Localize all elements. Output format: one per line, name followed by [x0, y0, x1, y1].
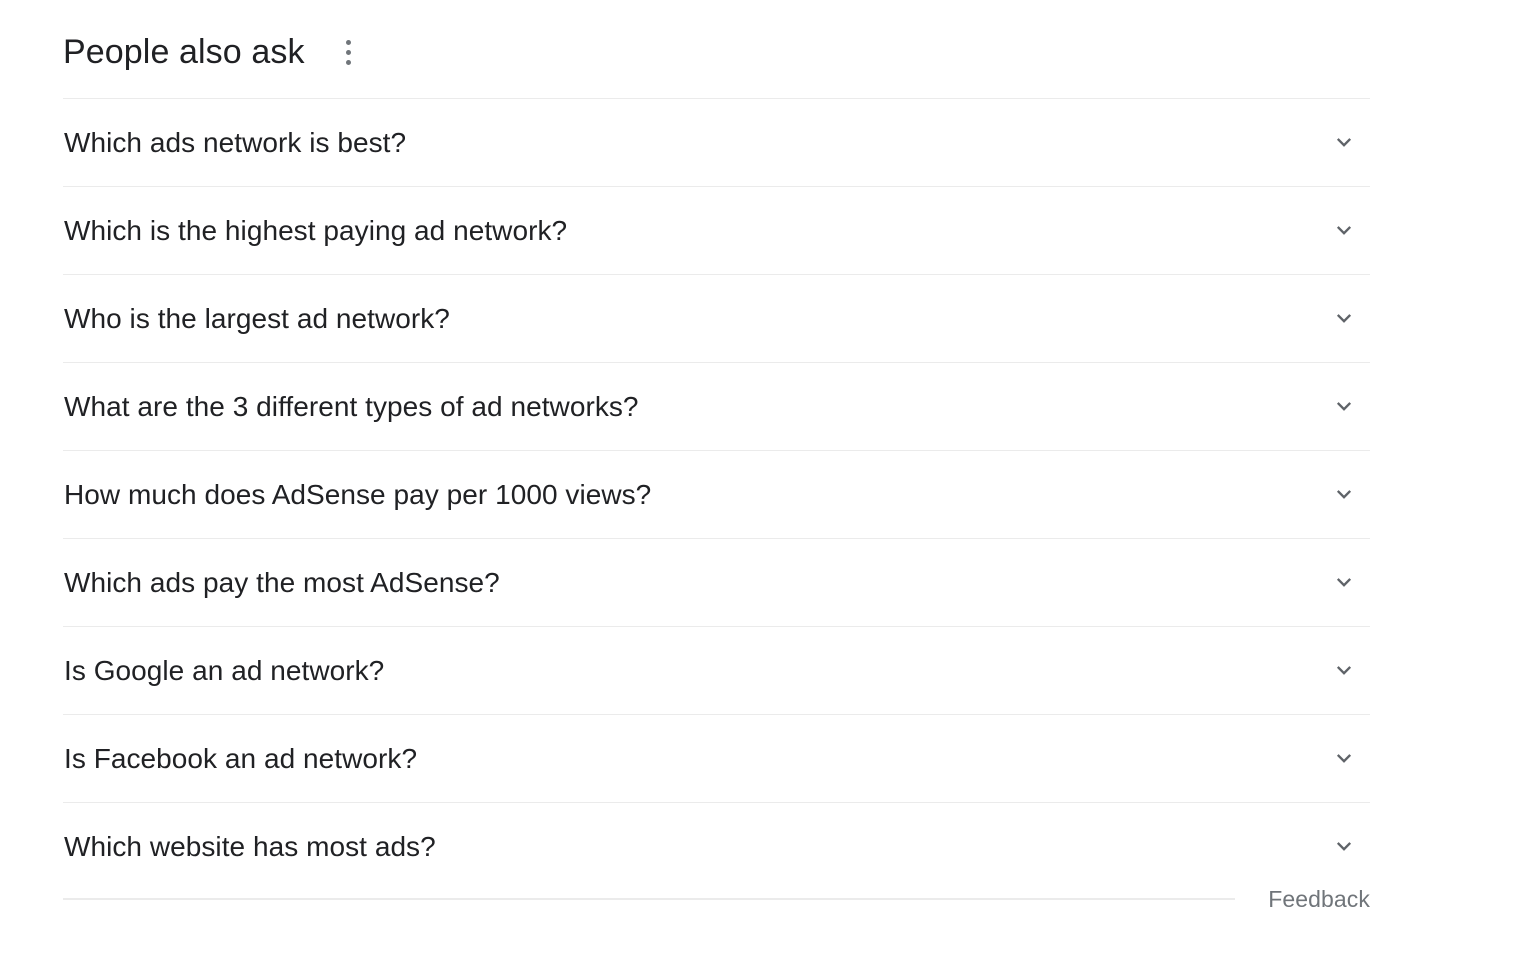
chevron-down-icon[interactable] [1322, 561, 1366, 605]
question-text: How much does AdSense pay per 1000 views… [64, 478, 652, 510]
menu-dot [346, 59, 352, 65]
question-text: Who is the largest ad network? [64, 302, 450, 334]
question-text: Is Facebook an ad network? [64, 742, 418, 774]
chevron-down-icon[interactable] [1322, 825, 1366, 869]
chevron-down-icon[interactable] [1322, 121, 1366, 165]
module-footer: Feedback [63, 880, 1370, 918]
question-text: Which website has most ads? [64, 830, 436, 862]
question-row[interactable]: Is Google an ad network? [63, 626, 1370, 714]
question-text: Which ads network is best? [64, 126, 407, 158]
question-row[interactable]: What are the 3 different types of ad net… [63, 362, 1370, 450]
menu-dot [346, 49, 352, 55]
feedback-link[interactable]: Feedback [1268, 880, 1370, 918]
question-row[interactable]: Which ads pay the most AdSense? [63, 538, 1370, 626]
chevron-down-icon[interactable] [1322, 737, 1366, 781]
question-row[interactable]: Which website has most ads? [63, 802, 1370, 890]
module-header: People also ask [63, 24, 363, 80]
question-text: Is Google an ad network? [64, 654, 385, 686]
chevron-down-icon[interactable] [1322, 209, 1366, 253]
question-row[interactable]: Who is the largest ad network? [63, 274, 1370, 362]
question-row[interactable]: Which is the highest paying ad network? [63, 186, 1370, 274]
chevron-down-icon[interactable] [1322, 297, 1366, 341]
more-vert-icon[interactable] [335, 35, 363, 69]
footer-divider [63, 898, 1235, 900]
question-text: Which ads pay the most AdSense? [64, 566, 500, 598]
question-text: Which is the highest paying ad network? [64, 214, 568, 246]
chevron-down-icon[interactable] [1322, 385, 1366, 429]
chevron-down-icon[interactable] [1322, 649, 1366, 693]
chevron-down-icon[interactable] [1322, 473, 1366, 517]
question-row[interactable]: Which ads network is best? [63, 98, 1370, 186]
question-row[interactable]: How much does AdSense pay per 1000 views… [63, 450, 1370, 538]
menu-dot [346, 39, 352, 45]
question-text: What are the 3 different types of ad net… [64, 390, 639, 422]
page-title: People also ask [63, 33, 305, 71]
question-row[interactable]: Is Facebook an ad network? [63, 714, 1370, 802]
question-list: Which ads network is best? Which is the h… [63, 98, 1370, 890]
